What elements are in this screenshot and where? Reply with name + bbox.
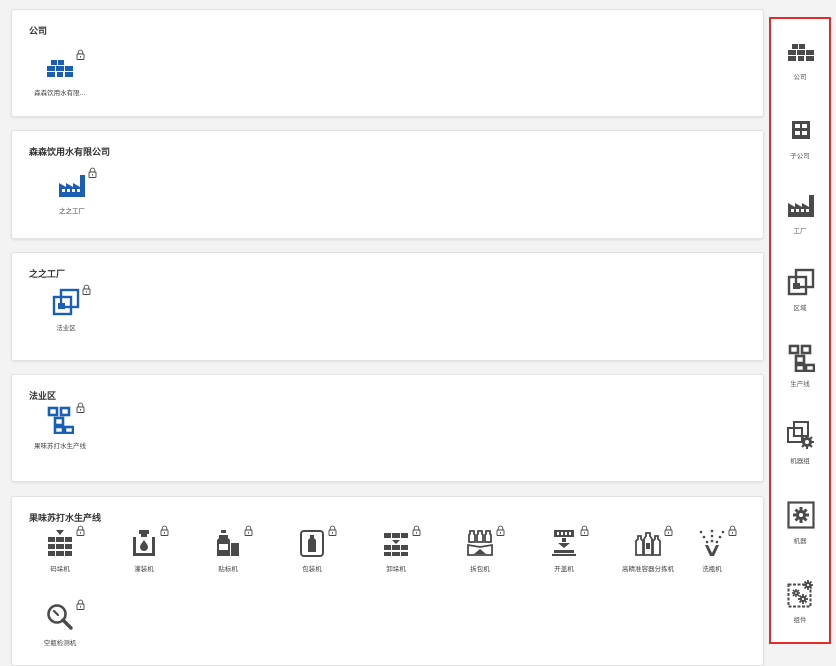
sidebar-item-label: 机器 — [793, 537, 807, 545]
lock-icon — [160, 525, 169, 536]
machine-icon — [787, 501, 815, 529]
tile-label: 果味苏打水生产线 — [34, 442, 86, 450]
card-production-line: 果味苏打水生产线 码垛机 灌装机 贴标机 包装机 卸垛机 拆包机 开盖机 高精准… — [11, 496, 764, 666]
card-title: 公司 — [29, 27, 48, 37]
factory-icon — [787, 191, 815, 219]
card-company: 公司 森森饮用水有限... — [11, 9, 764, 117]
lock-icon — [244, 525, 253, 536]
node-type-sidebar: 公司 子公司 工厂 区域 生产线 机器组 机器 组件 — [769, 17, 831, 644]
tile-label: 贴标机 — [218, 565, 238, 573]
lock-icon — [728, 525, 737, 536]
tile-production-line[interactable]: 果味苏打水生产线 — [24, 402, 96, 468]
tile-company[interactable]: 森森饮用水有限... — [24, 49, 96, 115]
sidebar-item-subsidiary[interactable]: 子公司 — [771, 116, 829, 186]
card-title: 果味苏打水生产线 — [29, 514, 102, 524]
lock-icon — [412, 525, 421, 536]
lock-icon — [76, 49, 85, 60]
tile-empty-bottle-inspector[interactable]: 空瓶检测机 — [24, 599, 96, 665]
tile-filling-machine[interactable]: 灌装机 — [108, 525, 180, 591]
tile-label: 开盖机 — [554, 565, 574, 573]
hierarchy-panel: 公司 森森饮用水有限... 森森饮用水有限公司 之之工厂 之之工厂 法业区 法业… — [0, 0, 768, 666]
sidebar-item-factory[interactable]: 工厂 — [771, 191, 829, 261]
tile-cap-opener[interactable]: 开盖机 — [528, 525, 600, 591]
tile-label: 空瓶检测机 — [43, 639, 77, 647]
lock-icon — [76, 599, 85, 610]
tile-label: 森森饮用水有限... — [34, 89, 86, 97]
company-icon — [46, 53, 74, 81]
area-icon — [52, 288, 80, 316]
subsidiary-icon — [787, 116, 815, 144]
sidebar-item-label: 区域 — [793, 304, 807, 312]
tile-label: 卸垛机 — [386, 565, 406, 573]
tile-label: 灌装机 — [134, 565, 154, 573]
bottle-washer-icon — [698, 529, 726, 557]
sidebar-item-machine[interactable]: 机器 — [771, 501, 829, 571]
tile-label: 拆包机 — [470, 565, 490, 573]
depalletizer-icon — [382, 529, 410, 557]
empty-bottle-inspector-icon — [46, 603, 74, 631]
lock-icon — [88, 167, 97, 178]
lock-icon — [496, 525, 505, 536]
unpacking-machine-icon — [466, 529, 494, 557]
sidebar-item-component[interactable]: 组件 — [771, 580, 829, 650]
production-line-icon — [46, 406, 74, 434]
tile-label: 码垛机 — [50, 565, 70, 573]
lock-icon — [664, 525, 673, 536]
sidebar-item-label: 组件 — [793, 616, 807, 624]
tile-label: 包装机 — [302, 565, 322, 573]
tile-packaging-machine[interactable]: 包装机 — [276, 525, 348, 591]
filling-machine-icon — [130, 529, 158, 557]
labeling-machine-icon — [214, 529, 242, 557]
tile-labeling-machine[interactable]: 贴标机 — [192, 525, 264, 591]
component-icon — [787, 580, 815, 608]
sidebar-item-label: 工厂 — [793, 227, 807, 235]
sidebar-item-label: 子公司 — [790, 152, 810, 160]
card-title: 森森饮用水有限公司 — [29, 148, 111, 158]
lock-icon — [76, 525, 85, 536]
card-title: 法业区 — [29, 392, 57, 402]
sidebar-item-machine-group[interactable]: 机器组 — [771, 421, 829, 491]
sidebar-item-label: 生产线 — [790, 380, 810, 388]
lock-icon — [82, 284, 91, 295]
tile-depalletizer[interactable]: 卸垛机 — [360, 525, 432, 591]
area-icon — [787, 268, 815, 296]
machine-group-icon — [787, 421, 815, 449]
cap-opener-icon — [550, 529, 578, 557]
tile-factory[interactable]: 之之工厂 — [36, 167, 108, 233]
tile-label: 之之工厂 — [59, 207, 85, 215]
lock-icon — [76, 402, 85, 413]
sidebar-item-label: 机器组 — [790, 457, 810, 465]
lock-icon — [328, 525, 337, 536]
sidebar-item-label: 公司 — [793, 73, 807, 81]
sidebar-item-company[interactable]: 公司 — [771, 37, 829, 107]
container-sorter-icon — [634, 529, 662, 557]
palletizer-icon — [46, 529, 74, 557]
sidebar-item-area[interactable]: 区域 — [771, 268, 829, 338]
tile-container-sorter[interactable]: 高精准容器分拣机 — [612, 525, 684, 591]
tile-palletizer[interactable]: 码垛机 — [24, 525, 96, 591]
tile-unpacking-machine[interactable]: 拆包机 — [444, 525, 516, 591]
production-line-icon — [787, 344, 815, 372]
packaging-machine-icon — [298, 529, 326, 557]
tile-label: 高精准容器分拣机 — [622, 565, 674, 573]
lock-icon — [580, 525, 589, 536]
company-icon — [787, 37, 815, 65]
tile-label: 洗瓶机 — [702, 565, 722, 573]
factory-icon — [58, 171, 86, 199]
tile-label: 法业区 — [56, 324, 76, 332]
card-factory: 之之工厂 法业区 — [11, 252, 764, 361]
tile-area[interactable]: 法业区 — [30, 284, 102, 350]
sidebar-item-production-line[interactable]: 生产线 — [771, 344, 829, 414]
card-title: 之之工厂 — [29, 270, 66, 280]
card-subsidiary: 森森饮用水有限公司 之之工厂 — [11, 130, 764, 239]
tile-bottle-washer[interactable]: 洗瓶机 — [676, 525, 748, 591]
card-area: 法业区 果味苏打水生产线 — [11, 374, 764, 482]
